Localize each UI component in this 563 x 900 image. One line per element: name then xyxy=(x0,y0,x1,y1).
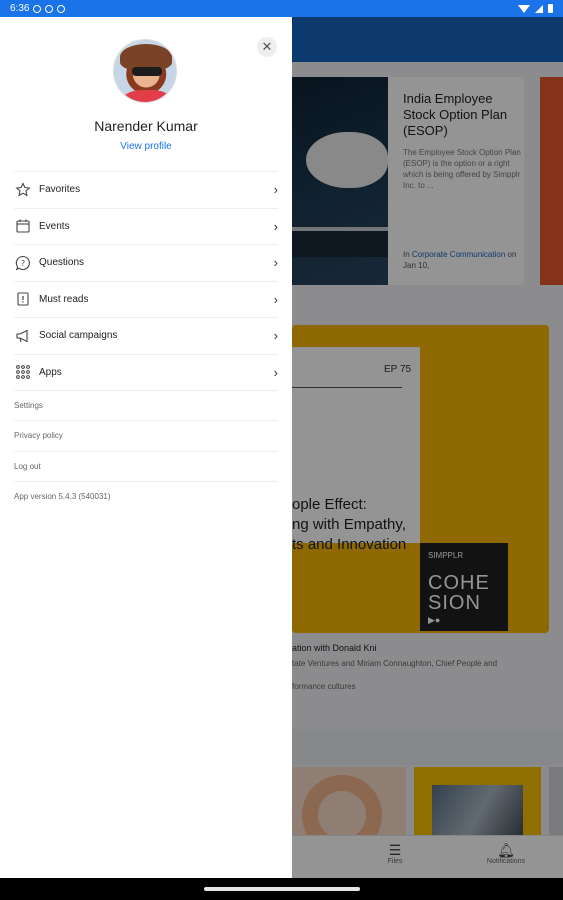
settings-link[interactable]: Settings xyxy=(14,390,278,420)
shield-status-icon xyxy=(45,4,54,13)
privacy-policy-link[interactable]: Privacy policy xyxy=(14,420,278,450)
menu-item-apps[interactable]: Apps › xyxy=(14,353,278,391)
app-version: App version 5.4.3 (540031) xyxy=(14,480,278,511)
status-time: 6:36 xyxy=(10,3,30,14)
question-bubble-icon: ? xyxy=(14,254,31,271)
chevron-right-icon: › xyxy=(273,218,278,234)
star-icon xyxy=(14,181,31,198)
battery-icon xyxy=(548,4,553,13)
chevron-right-icon: › xyxy=(273,364,278,380)
apps-grid-icon xyxy=(14,364,31,381)
menu-item-social-campaigns[interactable]: Social campaigns › xyxy=(14,317,278,354)
megaphone-icon xyxy=(14,327,31,344)
log-out-link[interactable]: Log out xyxy=(14,450,278,481)
user-name: Narender Kumar xyxy=(94,118,198,134)
menu-item-must-reads[interactable]: Must reads › xyxy=(14,280,278,318)
must-read-icon xyxy=(14,291,31,308)
avatar[interactable] xyxy=(113,39,177,103)
navigation-drawer: ✕ Narender Kumar View profile Favorites … xyxy=(0,17,292,878)
gesture-navigation-bar[interactable] xyxy=(204,887,360,891)
close-button[interactable]: ✕ xyxy=(257,37,277,57)
chevron-right-icon: › xyxy=(273,328,278,343)
chevron-right-icon: › xyxy=(273,182,278,197)
clock-status-icon xyxy=(33,4,42,13)
view-profile-link[interactable]: View profile xyxy=(0,141,292,152)
chevron-right-icon: › xyxy=(273,291,278,307)
menu-item-favorites[interactable]: Favorites › xyxy=(14,171,278,208)
location-status-icon xyxy=(57,4,66,13)
calendar-icon xyxy=(14,218,31,235)
menu-item-questions[interactable]: ? Questions › xyxy=(14,244,278,281)
close-icon: ✕ xyxy=(261,39,273,54)
chevron-right-icon: › xyxy=(273,255,278,270)
signal-icon xyxy=(535,4,543,13)
svg-text:?: ? xyxy=(20,259,24,268)
wifi-icon xyxy=(518,4,530,13)
menu-item-events[interactable]: Events › xyxy=(14,207,278,245)
drawer-menu: Favorites › Events › ? Questions › Must … xyxy=(0,171,292,511)
status-bar: 6:36 xyxy=(0,0,563,17)
